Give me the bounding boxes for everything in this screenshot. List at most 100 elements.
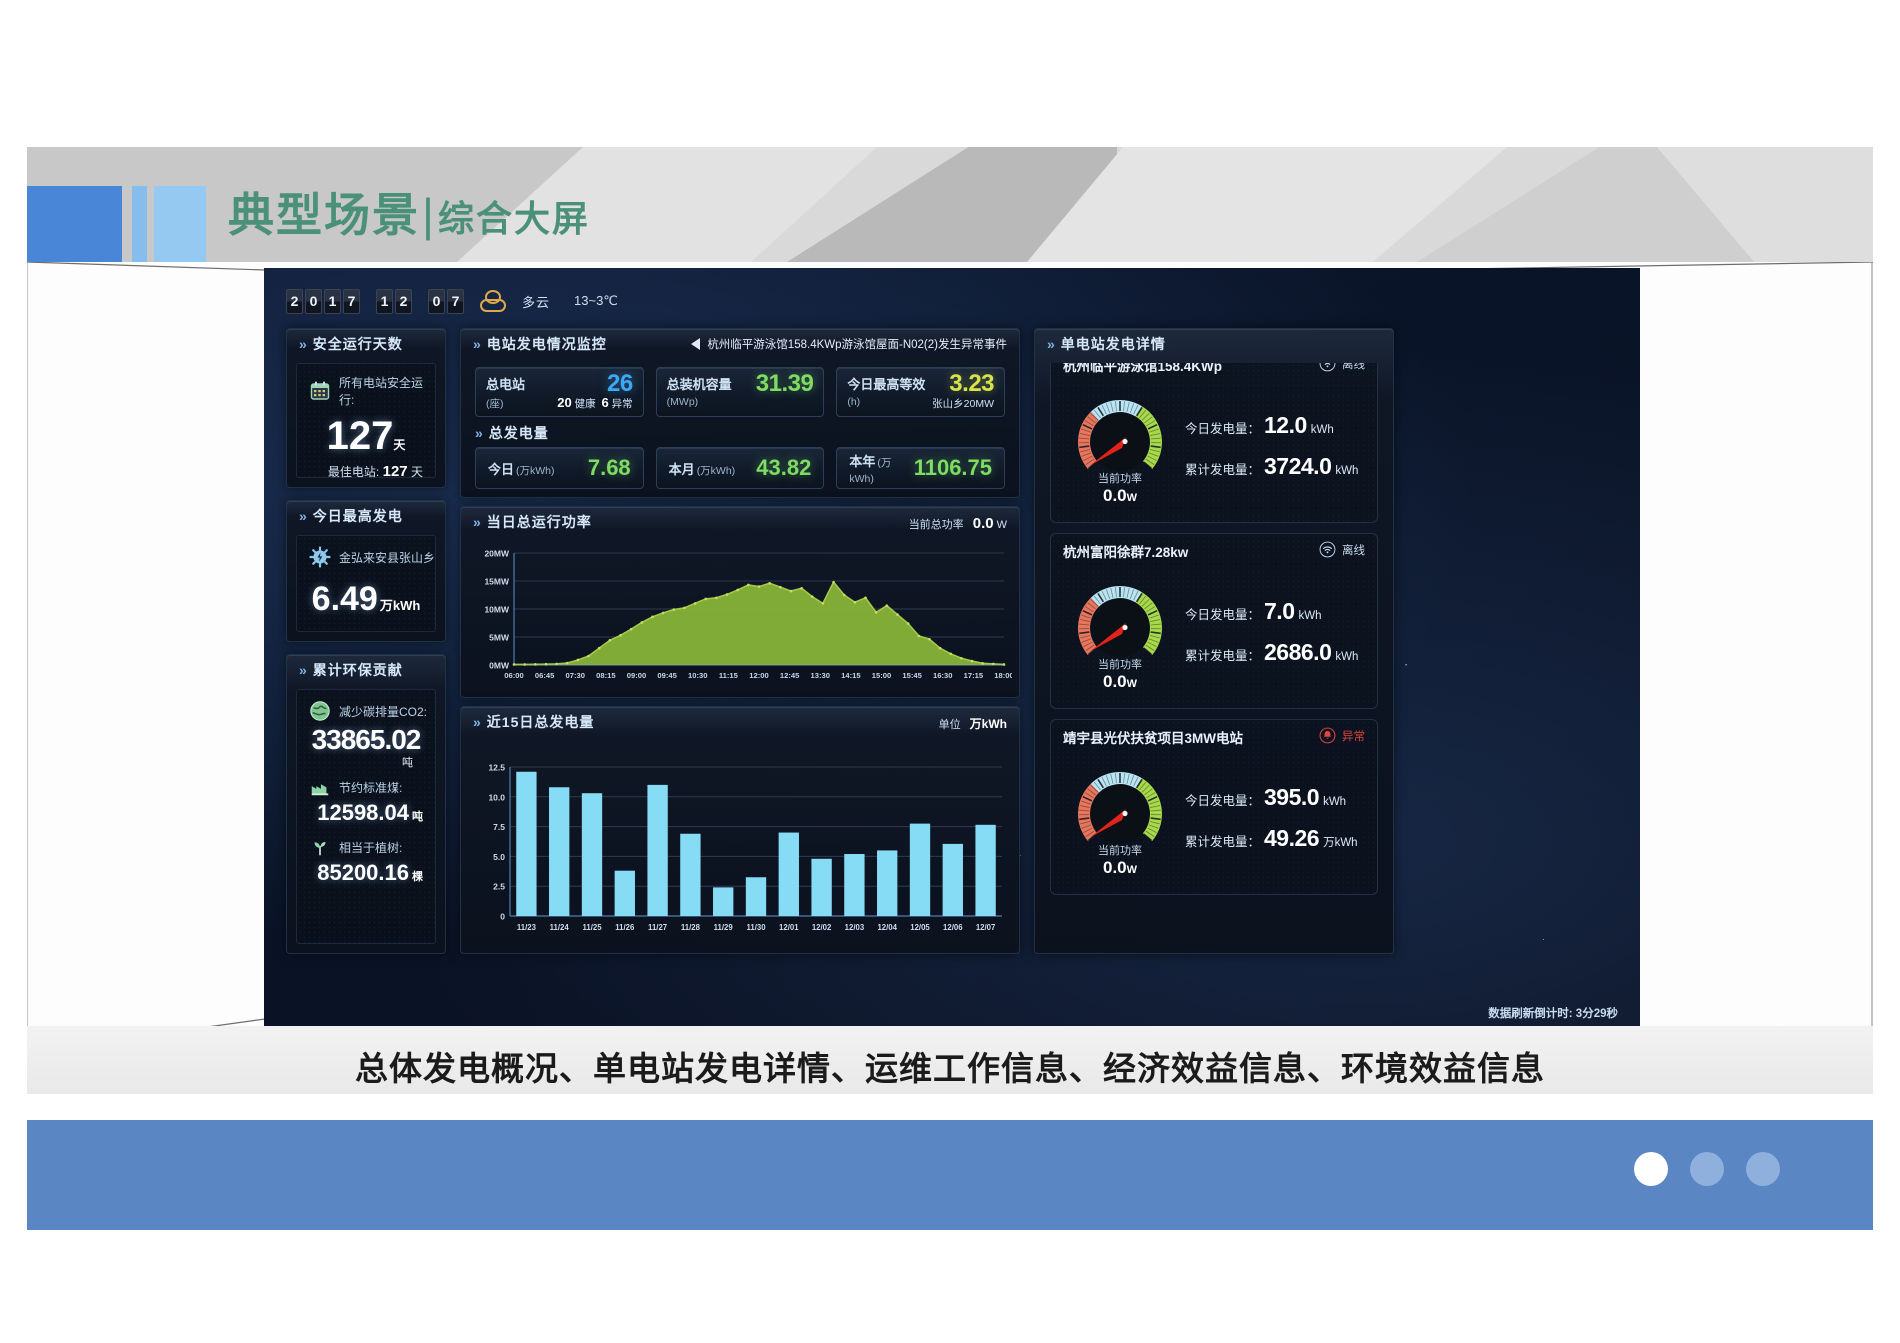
svg-text:08:15: 08:15 xyxy=(596,671,616,680)
date-digit: 7 xyxy=(447,288,464,314)
svg-text:12/05: 12/05 xyxy=(910,923,930,932)
svg-text:16:30: 16:30 xyxy=(933,671,952,680)
station-status-text: 异常 xyxy=(1342,730,1365,743)
svg-text:12/02: 12/02 xyxy=(812,923,832,932)
stat-value: 3.23 xyxy=(949,370,995,397)
current-power-unit: W xyxy=(996,519,1007,531)
cloud-icon xyxy=(478,290,508,312)
peak-station-name: 金弘来安县张山乡 xyxy=(339,550,436,565)
refresh-countdown: 数据刷新倒计时: 3分29秒 xyxy=(1488,1008,1618,1020)
svg-text:20MW: 20MW xyxy=(484,549,510,559)
station-card[interactable]: 杭州富阳徐群7.28kw 离线 当前功率 0.0W 今日发电量： 7.0 kWh… xyxy=(1050,533,1378,709)
panel-title: 当日总运行功率 xyxy=(486,514,592,530)
safe-days-value: 127 xyxy=(326,414,394,458)
date-digit: 2 xyxy=(286,288,303,314)
stat-card-total-stations[interactable]: 总电站 (座) 26 20 健康 6 异常 xyxy=(475,367,644,417)
env-item-label: 相当于植树: xyxy=(339,840,403,855)
panel-environment-contribution: » 累计环保贡献 减少碳排量CO2: 33865.02 吨 节约标准煤: 125… xyxy=(286,654,446,954)
footer-bar xyxy=(27,1120,1873,1230)
stat-card-total-capacity[interactable]: 总装机容量 (MWp) 31.39 xyxy=(655,367,825,417)
svg-text:11/27: 11/27 xyxy=(648,923,667,932)
panel-header: » 今日最高发电 xyxy=(287,501,445,531)
generation-value: 43.82 xyxy=(756,455,812,480)
alert-banner[interactable]: 杭州临平游泳馆158.4KWp游泳馆屋面-N02(2)发生异常事件 xyxy=(691,336,1007,352)
gauge-unit: W xyxy=(1126,492,1138,504)
panel-15day-generation: » 近15日总发电量 单位 万kWh 0 2.5 5.0 7.5 10.0 12.5 11/… xyxy=(460,706,1020,954)
date-digit: 0 xyxy=(305,288,322,314)
env-item-value: 12598.04 xyxy=(317,800,409,825)
station-card[interactable]: 靖宇县光伏扶贫项目3MW电站 异常 当前功率 0.0W 今日发电量： 395.0… xyxy=(1050,719,1378,895)
generation-label: 本月 xyxy=(668,461,695,477)
right-margin xyxy=(1873,0,1900,1343)
svg-text:5MW: 5MW xyxy=(489,633,510,643)
station-metrics: 今日发电量： 7.0 kWh 累计发电量： 2686.0 kWh xyxy=(1179,584,1367,680)
metric-value: 7.0 xyxy=(1264,598,1295,624)
calendar-icon xyxy=(309,380,331,402)
env-item-value: 33865.02 xyxy=(311,724,422,755)
generation-card-year[interactable]: 本年 (万kWh) 1106.75 xyxy=(836,447,1006,489)
svg-text:10.0: 10.0 xyxy=(488,792,505,802)
stat-card-peak-equivalent-hours[interactable]: 今日最高等效 (h) 3.23 张山乡20MW xyxy=(836,367,1006,417)
generation-label: 本年 xyxy=(849,454,876,469)
page-title: 典型场景|综合大屏 xyxy=(228,179,590,245)
env-item-label: 减少碳排量CO2: xyxy=(339,704,428,719)
svg-text:0MW: 0MW xyxy=(489,661,510,671)
panel-title: 安全运行天数 xyxy=(312,336,403,352)
generation-value: 7.68 xyxy=(587,455,631,480)
panel-body: 减少碳排量CO2: 33865.02 吨 节约标准煤: 12598.04 吨 相… xyxy=(296,689,436,944)
generation-card-today[interactable]: 今日 (万kWh) 7.68 xyxy=(475,447,644,489)
metric-unit: kWh xyxy=(1335,651,1359,663)
slide-caption: 总体发电概况、单电站发电详情、运维工作信息、经济效益信息、环境效益信息 xyxy=(355,1050,1545,1087)
station-card-header: 杭州临平游泳馆158.4KWp 离线 xyxy=(1051,363,1377,382)
panel-header: » 累计环保贡献 xyxy=(287,655,445,685)
stat-value: 31.39 xyxy=(755,370,814,397)
env-item-value-row: 85200.16 棵 xyxy=(297,860,435,886)
bottom-margin xyxy=(0,1230,1900,1343)
panel-header: » 单电站发电详情 xyxy=(1035,329,1393,359)
power-gauge: 当前功率 0.0W xyxy=(1061,386,1179,506)
power-area-chart: 0MW 5MW 10MW 15MW 20MW 06:00 06:45 07:30 08:15 09… xyxy=(470,541,1012,688)
factory-icon xyxy=(309,776,331,798)
panel-title: 近15日总发电量 xyxy=(486,714,595,730)
env-item-label: 节约标准煤: xyxy=(339,780,403,795)
metric-total-generation: 累计发电量： 3724.0 kWh xyxy=(1185,453,1367,480)
svg-text:11/26: 11/26 xyxy=(615,923,635,932)
slide-progress-dots[interactable] xyxy=(1634,1152,1780,1186)
chevron-right-icon: » xyxy=(473,514,481,530)
svg-text:11/25: 11/25 xyxy=(582,923,602,932)
panel-station-details: » 单电站发电详情 杭州临平游泳馆158.4KWp 离线 当前功率 0.0W 今… xyxy=(1034,328,1394,954)
svg-text:10MW: 10MW xyxy=(484,605,510,615)
svg-text:12/03: 12/03 xyxy=(845,923,865,932)
healthy-count: 20 xyxy=(557,395,572,410)
metric-unit: kWh xyxy=(1298,610,1322,622)
safe-days-value-row: 127天 xyxy=(297,414,435,459)
page-title-separator: | xyxy=(422,189,436,241)
panel-title: 单电站发电详情 xyxy=(1060,336,1166,352)
panel-station-monitoring: » 电站发电情况监控 杭州临平游泳馆158.4KWp游泳馆屋面-N02(2)发生… xyxy=(460,328,1020,498)
page-title-sub: 综合大屏 xyxy=(437,198,590,239)
page-title-main: 典型场景 xyxy=(228,189,420,241)
svg-text:11/23: 11/23 xyxy=(517,923,537,932)
metric-value: 395.0 xyxy=(1264,784,1320,810)
svg-text:17:15: 17:15 xyxy=(964,671,984,680)
panel-header: » 当日总运行功率 当前总功率 0.0 W xyxy=(461,507,1019,537)
generation-card-month[interactable]: 本月 (万kWh) 43.82 xyxy=(655,447,825,489)
progress-dot-2[interactable] xyxy=(1690,1152,1724,1186)
progress-dot-1[interactable] xyxy=(1634,1152,1668,1186)
gauge-label: 当前功率 xyxy=(1098,659,1142,671)
svg-text:12/04: 12/04 xyxy=(877,923,897,932)
svg-text:11/29: 11/29 xyxy=(714,923,734,932)
progress-dot-3[interactable] xyxy=(1746,1152,1780,1186)
header-accent-bar-1 xyxy=(132,186,147,262)
svg-text:0: 0 xyxy=(500,912,505,922)
stat-card-row: 总电站 (座) 26 20 健康 6 异常 总装机容量 (MWp) 31.39 xyxy=(475,367,1006,417)
metric-label: 累计发电量： xyxy=(1185,835,1261,849)
station-status-text: 离线 xyxy=(1342,363,1365,371)
svg-text:12/06: 12/06 xyxy=(943,923,963,932)
panel-title: 累计环保贡献 xyxy=(312,662,403,678)
station-card[interactable]: 杭州临平游泳馆158.4KWp 离线 当前功率 0.0W 今日发电量： 12.0… xyxy=(1050,363,1378,523)
left-margin xyxy=(0,0,27,1343)
station-card-list[interactable]: 杭州临平游泳馆158.4KWp 离线 当前功率 0.0W 今日发电量： 12.0… xyxy=(1044,363,1384,944)
metric-value: 2686.0 xyxy=(1264,639,1332,665)
power-gauge: 当前功率 0.0W xyxy=(1061,572,1179,692)
